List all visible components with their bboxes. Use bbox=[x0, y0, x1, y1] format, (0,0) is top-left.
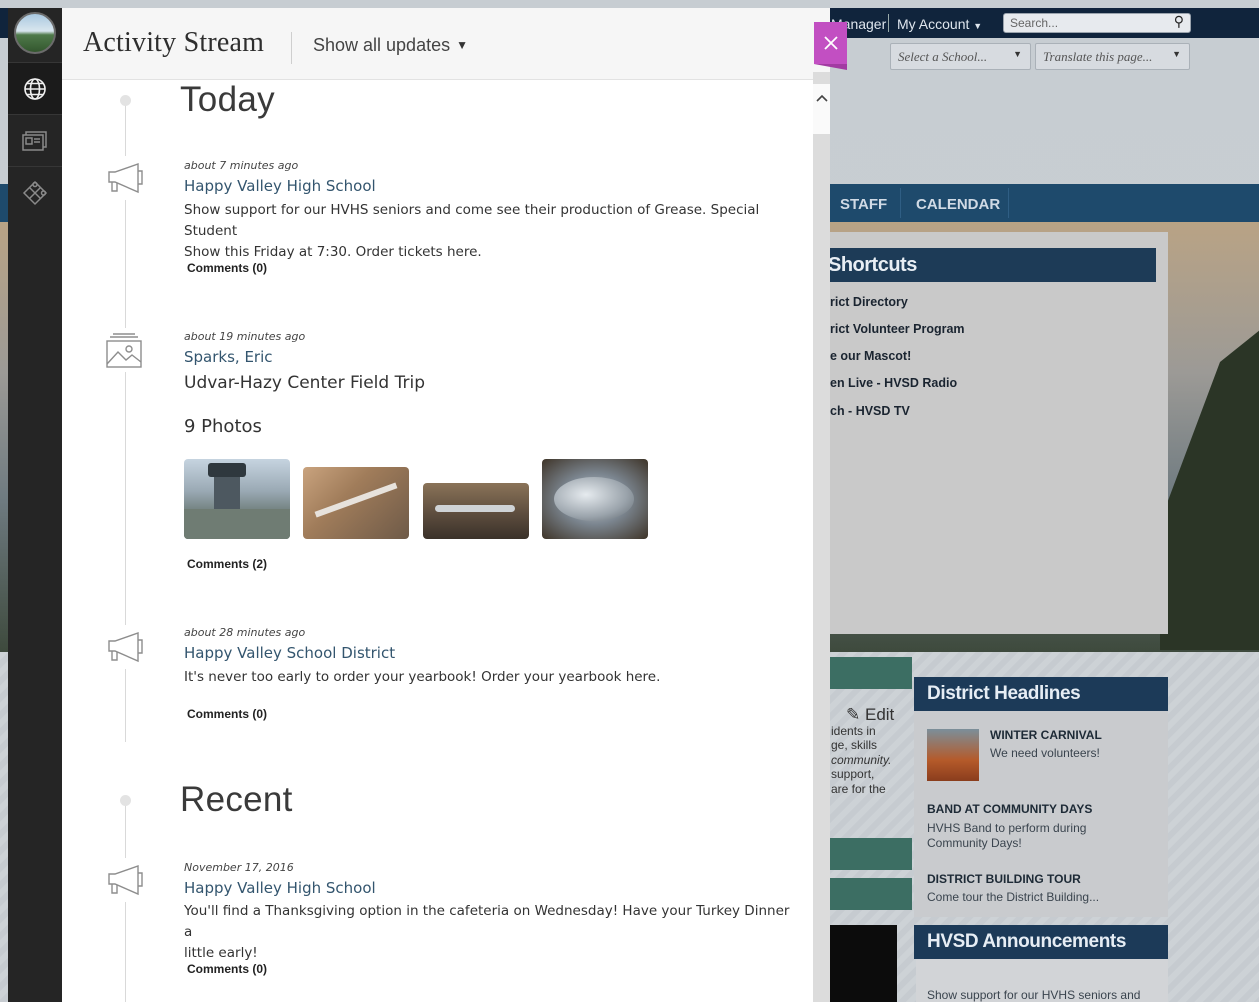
scrollbar-track[interactable] bbox=[813, 72, 830, 1002]
edit-label: Edit bbox=[864, 705, 895, 724]
photo-icon bbox=[102, 328, 146, 372]
announcement-text: Show support for our HVHS seniors and bbox=[927, 988, 1141, 1002]
headline-title[interactable]: BAND AT COMMUNITY DAYS bbox=[927, 802, 1092, 816]
post-body-line: little early! bbox=[184, 945, 258, 961]
post-author-link[interactable]: Happy Valley High School bbox=[184, 879, 376, 897]
headline-desc: We need volunteers! bbox=[990, 746, 1100, 760]
post-timestamp: about 19 minutes ago bbox=[184, 330, 306, 343]
photo-thumbnail[interactable] bbox=[303, 467, 409, 539]
shortcut-link[interactable]: en Live - HVSD Radio bbox=[830, 376, 957, 390]
comments-link[interactable]: Comments (0) bbox=[187, 707, 267, 721]
post-body: You'll find a Thanksgiving option in the… bbox=[184, 901, 794, 964]
megaphone-icon bbox=[102, 858, 146, 902]
shortcuts-title: Shortcuts bbox=[828, 254, 917, 276]
headline-desc: Community Days! bbox=[927, 836, 1022, 850]
timeline-dot bbox=[120, 795, 131, 806]
photo-thumbnail[interactable] bbox=[184, 459, 290, 539]
site-search-input[interactable]: Search... ⚲ bbox=[1003, 13, 1191, 33]
page-title: Activity Stream bbox=[83, 27, 265, 58]
select-school-dropdown[interactable]: Select a School... ▼ bbox=[890, 43, 1031, 70]
section-title-today: Today bbox=[180, 80, 275, 119]
shortcut-link[interactable]: e our Mascot! bbox=[830, 349, 911, 363]
comments-link[interactable]: Comments (0) bbox=[187, 962, 267, 976]
photo-thumbnail[interactable] bbox=[423, 483, 529, 539]
partial-text: idents in bbox=[831, 724, 876, 738]
avatar[interactable] bbox=[14, 12, 56, 54]
shortcut-link[interactable]: rict Directory bbox=[830, 295, 908, 309]
photo-count: 9 Photos bbox=[184, 416, 262, 437]
partial-text: ge, skills bbox=[831, 738, 878, 752]
top-link-divider bbox=[888, 14, 889, 32]
post-headline[interactable]: Udvar-Hazy Center Field Trip bbox=[184, 373, 425, 393]
megaphone-icon bbox=[102, 156, 146, 200]
post-body-line: Show support for our HVHS seniors and co… bbox=[184, 202, 760, 239]
translate-label: Translate this page... bbox=[1043, 49, 1153, 64]
edit-button[interactable]: ✎ Edit bbox=[846, 705, 894, 725]
header-divider bbox=[291, 32, 292, 64]
comments-link[interactable]: Comments (0) bbox=[187, 261, 267, 275]
post-body-line: It's never too early to order your yearb… bbox=[184, 669, 661, 685]
scroll-up-button[interactable] bbox=[813, 84, 830, 134]
post-author-link[interactable]: Sparks, Eric bbox=[184, 348, 273, 366]
post-body-line: You'll find a Thanksgiving option in the… bbox=[184, 903, 790, 940]
chevron-up-icon bbox=[815, 94, 828, 102]
partial-text: community. bbox=[831, 753, 892, 767]
globe-icon[interactable] bbox=[8, 62, 62, 114]
plane-shape bbox=[435, 505, 515, 512]
post-timestamp: November 17, 2016 bbox=[184, 861, 294, 874]
post-timestamp: about 7 minutes ago bbox=[184, 159, 299, 172]
nav-divider bbox=[1008, 188, 1009, 218]
post-author-link[interactable]: Happy Valley School District bbox=[184, 644, 395, 662]
puzzle-icon[interactable] bbox=[8, 166, 62, 218]
post-body-line: Show this Friday at 7:30. Order tickets … bbox=[184, 244, 482, 260]
translate-dropdown[interactable]: Translate this page... ▼ bbox=[1035, 43, 1190, 70]
pencil-icon: ✎ bbox=[846, 705, 861, 724]
nav-divider bbox=[900, 188, 901, 218]
announcements-title: HVSD Announcements bbox=[927, 931, 1127, 952]
comments-link[interactable]: Comments (2) bbox=[187, 557, 267, 571]
post-author-link[interactable]: Happy Valley High School bbox=[184, 177, 376, 195]
site-link-my-account[interactable]: My Account ▼ bbox=[897, 16, 982, 32]
post-body: It's never too early to order your yearb… bbox=[184, 667, 794, 688]
panel-header: Activity Stream Show all updates ▼ bbox=[62, 8, 830, 80]
headline-desc: HVHS Band to perform during bbox=[927, 821, 1087, 835]
plane-nose-shape bbox=[554, 477, 634, 521]
search-placeholder: Search... bbox=[1010, 16, 1059, 30]
headline-title[interactable]: WINTER CARNIVAL bbox=[990, 728, 1102, 742]
timeline-dot bbox=[120, 95, 131, 106]
caret-down-icon: ▼ bbox=[456, 38, 468, 52]
headline-desc: Come tour the District Building... bbox=[927, 890, 1100, 904]
photo-thumbnail[interactable] bbox=[542, 459, 648, 539]
section-title-recent: Recent bbox=[180, 780, 293, 819]
post-body: Show support for our HVHS seniors and co… bbox=[184, 200, 794, 263]
headline-title[interactable]: DISTRICT BUILDING TOUR bbox=[927, 872, 1081, 886]
shortcut-link[interactable]: ch - HVSD TV bbox=[830, 404, 910, 418]
plane-shape bbox=[314, 482, 398, 518]
filter-dropdown[interactable]: Show all updates ▼ bbox=[313, 35, 468, 56]
chevron-down-icon: ▼ bbox=[1013, 49, 1022, 59]
close-button[interactable] bbox=[814, 22, 847, 70]
megaphone-icon bbox=[102, 625, 146, 669]
district-headlines-title: District Headlines bbox=[927, 683, 1081, 704]
shortcut-link[interactable]: rict Volunteer Program bbox=[830, 322, 965, 336]
news-icon[interactable] bbox=[8, 114, 62, 166]
tower-top-shape bbox=[208, 463, 246, 477]
filter-label: Show all updates bbox=[313, 35, 451, 55]
winter-carnival-thumbnail[interactable] bbox=[927, 729, 979, 781]
building-shape bbox=[184, 509, 290, 539]
search-icon[interactable]: ⚲ bbox=[1174, 14, 1184, 30]
close-icon bbox=[823, 36, 838, 50]
partial-text: are for the bbox=[831, 782, 886, 796]
select-school-label: Select a School... bbox=[898, 49, 988, 64]
shortcuts-panel bbox=[800, 232, 1168, 634]
chevron-down-icon: ▼ bbox=[1172, 49, 1181, 59]
partial-text: support, bbox=[831, 767, 875, 781]
nav-item-staff[interactable]: STAFF bbox=[840, 196, 887, 213]
post-timestamp: about 28 minutes ago bbox=[184, 626, 306, 639]
nav-item-calendar[interactable]: CALENDAR bbox=[916, 196, 1000, 213]
